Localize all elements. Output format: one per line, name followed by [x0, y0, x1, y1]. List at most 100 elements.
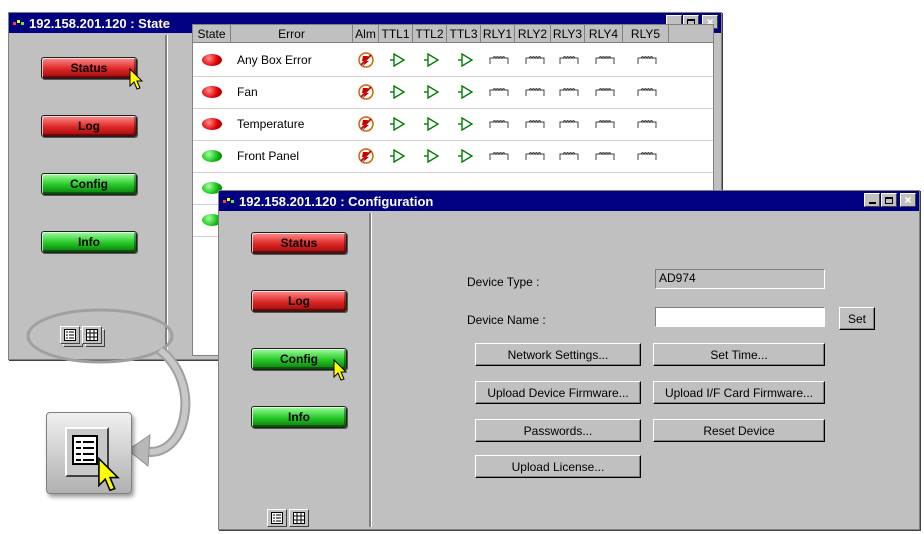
cfg-nav-log-label: Log — [288, 294, 310, 308]
upload-device-firmware-button[interactable]: Upload Device Firmware... — [475, 381, 641, 404]
column-header[interactable]: RLY1 — [481, 25, 515, 43]
nav-status-button[interactable]: Status — [41, 57, 137, 79]
alarm-disabled-icon[interactable] — [357, 83, 375, 104]
configuration-window: 192.158.201.120 : Configuration × Status… — [218, 190, 920, 530]
nav-log-label: Log — [78, 119, 100, 133]
reset-device-button[interactable]: Reset Device — [653, 419, 825, 442]
ttl-output-icon[interactable] — [457, 147, 475, 168]
ttl-output-icon[interactable] — [423, 147, 441, 168]
network-settings-button[interactable]: Network Settings... — [475, 343, 641, 366]
ttl-output-icon[interactable] — [423, 115, 441, 136]
relay-icon[interactable] — [489, 86, 509, 103]
column-header[interactable]: RLY2 — [515, 25, 551, 43]
relay-icon[interactable] — [559, 86, 579, 103]
nav-log-button[interactable]: Log — [41, 115, 137, 137]
ttl-output-icon[interactable] — [423, 51, 441, 72]
error-label: Fan — [237, 85, 258, 99]
alarm-disabled-icon[interactable] — [357, 51, 375, 72]
alarm-disabled-icon[interactable] — [357, 115, 375, 136]
relay-icon[interactable] — [595, 86, 615, 103]
grid-view-icon — [293, 512, 305, 524]
device-name-input[interactable] — [655, 307, 825, 327]
grid-view-button[interactable] — [289, 509, 309, 527]
column-header[interactable]: RLY4 — [585, 25, 623, 43]
column-header[interactable]: Error — [231, 25, 353, 43]
ttl-output-icon[interactable] — [389, 115, 407, 136]
set-time-button[interactable]: Set Time... — [653, 343, 825, 366]
relay-icon[interactable] — [525, 86, 545, 103]
table-row[interactable]: Front Panel — [193, 140, 713, 173]
ttl-output-icon[interactable] — [457, 83, 475, 104]
relay-icon[interactable] — [595, 54, 615, 71]
mouse-cursor-icon — [98, 457, 120, 492]
cfg-nav-log-button[interactable]: Log — [251, 290, 347, 312]
error-label: Temperature — [237, 117, 305, 131]
device-type-label: Device Type : — [467, 275, 540, 289]
zoom-list-view-large — [46, 412, 132, 494]
status-led-green — [202, 150, 222, 162]
list-view-button[interactable] — [267, 509, 287, 527]
close-button[interactable]: × — [900, 193, 916, 207]
ttl-output-icon[interactable] — [457, 51, 475, 72]
relay-icon[interactable] — [525, 150, 545, 167]
relay-icon[interactable] — [637, 86, 657, 103]
relay-icon[interactable] — [559, 150, 579, 167]
upload-license-button[interactable]: Upload License... — [475, 455, 641, 478]
relay-icon[interactable] — [595, 150, 615, 167]
maximize-button[interactable] — [881, 193, 897, 207]
ttl-output-icon[interactable] — [389, 51, 407, 72]
ttl-output-icon[interactable] — [389, 83, 407, 104]
relay-icon[interactable] — [637, 54, 657, 71]
nav-info-button[interactable]: Info — [41, 231, 137, 253]
table-row[interactable]: Any Box Error — [193, 44, 713, 77]
column-header[interactable]: RLY3 — [551, 25, 585, 43]
status-led-red — [202, 118, 222, 130]
grid-view-icon — [86, 329, 98, 341]
relay-icon[interactable] — [525, 54, 545, 71]
column-header[interactable]: RLY5 — [623, 25, 669, 43]
minimize-icon — [868, 202, 876, 204]
status-led-red — [202, 54, 222, 66]
set-button[interactable]: Set — [839, 307, 875, 330]
alarm-disabled-icon[interactable] — [357, 147, 375, 168]
list-view-icon — [271, 512, 283, 524]
relay-icon[interactable] — [595, 118, 615, 135]
column-header[interactable]: TTL1 — [379, 25, 413, 43]
ttl-output-icon[interactable] — [457, 115, 475, 136]
close-icon: × — [904, 193, 912, 207]
table-row[interactable]: Temperature — [193, 108, 713, 141]
relay-icon[interactable] — [525, 118, 545, 135]
nav-config-button[interactable]: Config — [41, 173, 137, 195]
relay-icon[interactable] — [637, 118, 657, 135]
app-icon — [13, 18, 25, 28]
mouse-cursor-icon — [333, 359, 348, 381]
relay-icon[interactable] — [559, 118, 579, 135]
column-header[interactable]: TTL2 — [413, 25, 447, 43]
minimize-button[interactable] — [864, 193, 880, 207]
column-header[interactable]: TTL3 — [447, 25, 481, 43]
config-title-bar[interactable]: 192.158.201.120 : Configuration × — [219, 191, 919, 211]
relay-icon[interactable] — [489, 150, 509, 167]
relay-icon[interactable] — [637, 150, 657, 167]
ttl-output-icon[interactable] — [423, 83, 441, 104]
side-panel-divider — [369, 213, 372, 527]
column-header[interactable]: Alm — [353, 25, 379, 43]
table-row[interactable]: Fan — [193, 76, 713, 109]
passwords-button[interactable]: Passwords... — [475, 419, 641, 442]
cfg-nav-info-button[interactable]: Info — [251, 406, 347, 428]
column-header[interactable]: State — [193, 25, 231, 43]
cfg-nav-status-button[interactable]: Status — [251, 232, 347, 254]
relay-icon[interactable] — [489, 54, 509, 71]
ttl-output-icon[interactable] — [389, 147, 407, 168]
device-type-field: AD974 — [655, 269, 825, 289]
status-led-red — [202, 86, 222, 98]
relay-icon[interactable] — [559, 54, 579, 71]
nav-config-label: Config — [70, 177, 108, 191]
upload-if-card-firmware-button[interactable]: Upload I/F Card Firmware... — [653, 381, 825, 404]
state-window-title: 192.158.201.120 : State — [29, 15, 170, 31]
nav-status-label: Status — [70, 61, 108, 75]
zoom-view-toggle — [60, 326, 102, 344]
error-label: Front Panel — [237, 149, 300, 163]
relay-icon[interactable] — [489, 118, 509, 135]
zoom-list-view-button — [60, 326, 80, 344]
